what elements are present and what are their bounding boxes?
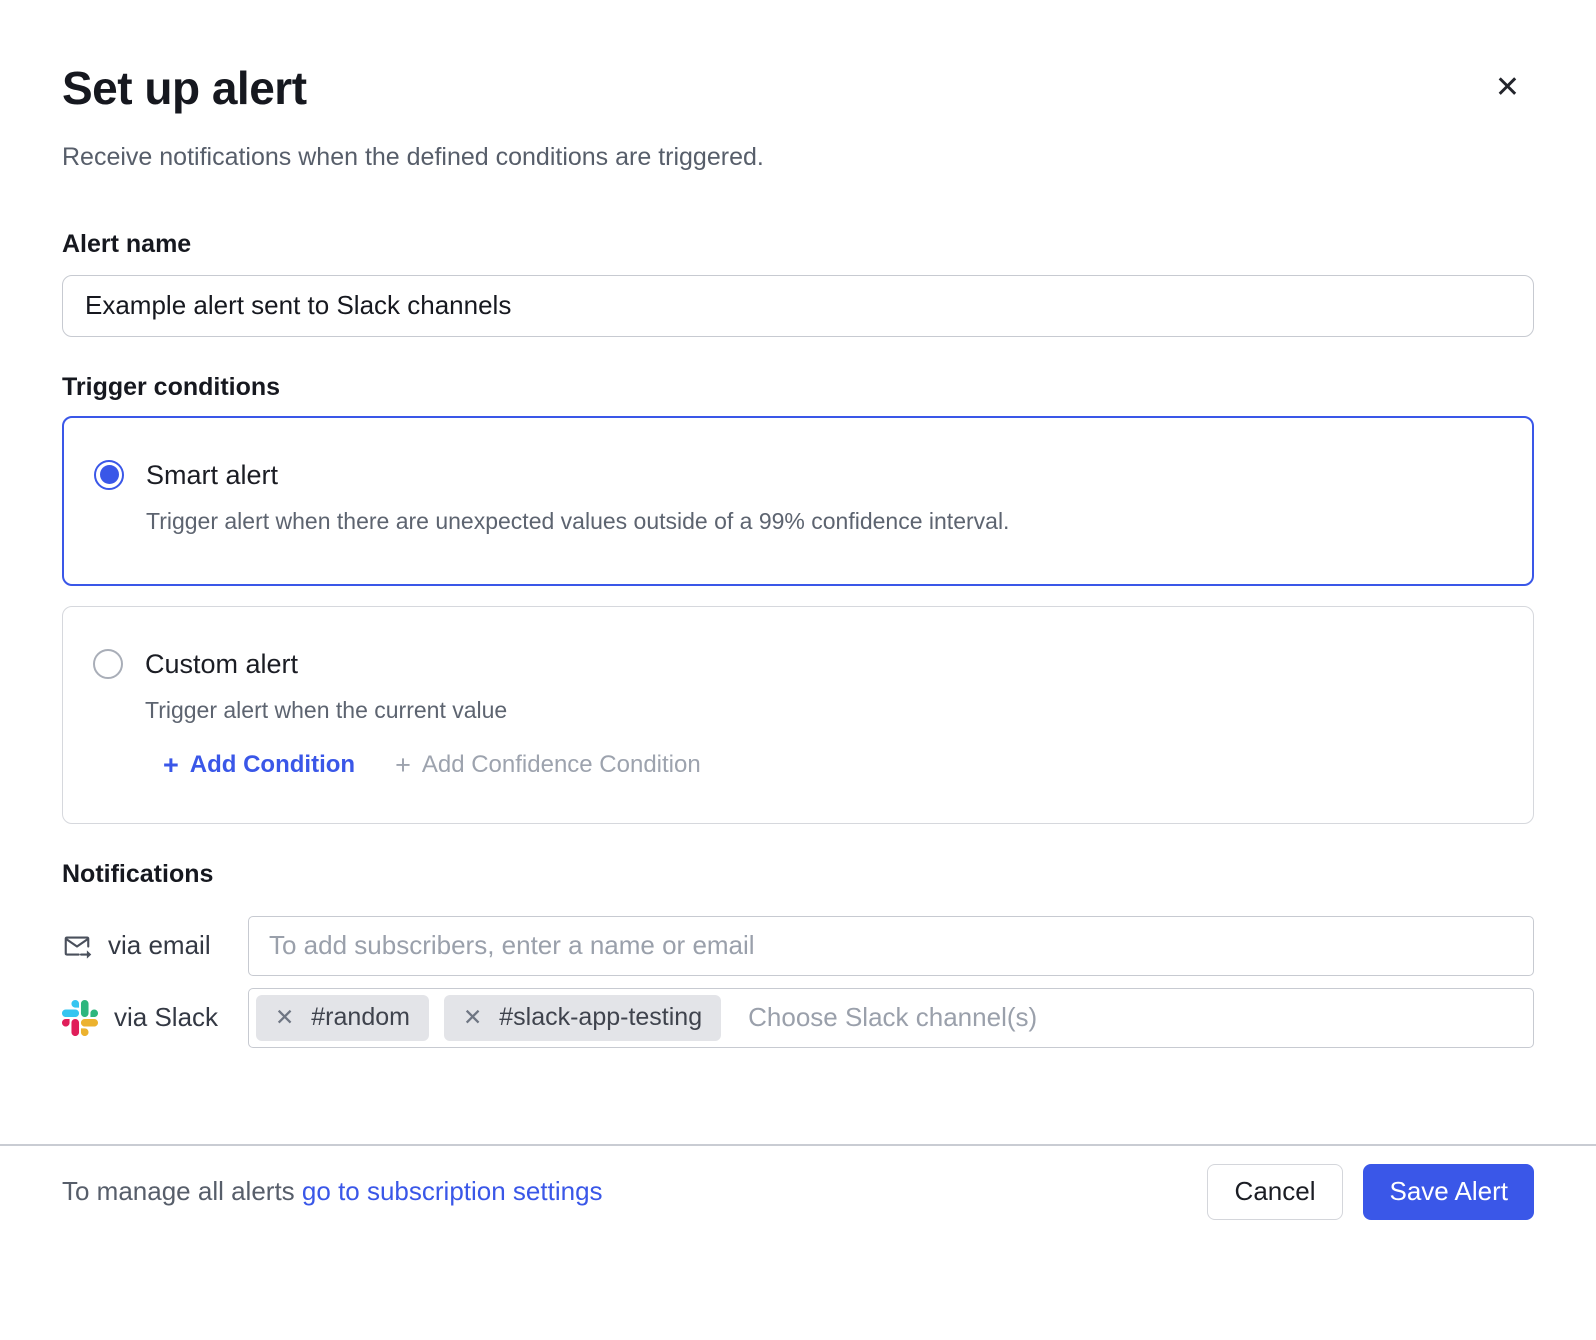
custom-alert-actions: + Add Condition + Add Confidence Conditi…: [163, 751, 701, 779]
custom-alert-text: Custom alert Trigger alert when the curr…: [145, 649, 701, 779]
smart-alert-radio[interactable]: [94, 460, 124, 490]
add-condition-button[interactable]: + Add Condition: [163, 751, 355, 779]
email-subscribers-input[interactable]: [248, 916, 1534, 976]
slack-channel-chip-label: #slack-app-testing: [499, 1003, 702, 1032]
email-send-icon: [62, 931, 92, 961]
manage-alerts-text: To manage all alerts go to subscription …: [62, 1176, 603, 1207]
setup-alert-dialog: Set up alert ✕ Receive notifications whe…: [0, 62, 1596, 1238]
custom-alert-option[interactable]: Custom alert Trigger alert when the curr…: [62, 606, 1534, 824]
via-email-label: via email: [108, 930, 211, 961]
subscription-settings-link[interactable]: go to subscription settings: [302, 1176, 603, 1206]
email-notification-row: via email: [62, 916, 1534, 976]
plus-icon: +: [163, 753, 179, 777]
close-icon[interactable]: ✕: [1495, 73, 1520, 103]
page-title: Set up alert: [62, 62, 307, 115]
save-alert-button[interactable]: Save Alert: [1363, 1164, 1534, 1220]
smart-alert-label: Smart alert: [146, 460, 1009, 490]
manage-alerts-prefix: To manage all alerts: [62, 1176, 295, 1206]
dialog-header: Set up alert ✕: [62, 62, 1534, 115]
add-condition-label: Add Condition: [190, 751, 355, 779]
cancel-button[interactable]: Cancel: [1207, 1164, 1344, 1220]
slack-channel-chip: ✕ #slack-app-testing: [444, 995, 721, 1041]
alert-name-label: Alert name: [62, 230, 1534, 259]
slack-logo-icon: [62, 1000, 98, 1036]
slack-channels-placeholder: Choose Slack channel(s): [748, 1002, 1037, 1033]
trigger-conditions-label: Trigger conditions: [62, 373, 1534, 402]
notifications-label: Notifications: [62, 860, 1534, 889]
smart-alert-text: Smart alert Trigger alert when there are…: [146, 460, 1009, 535]
add-confidence-condition-button[interactable]: + Add Confidence Condition: [395, 751, 701, 779]
custom-alert-label: Custom alert: [145, 649, 701, 679]
alert-name-input[interactable]: [62, 275, 1534, 337]
custom-alert-radio[interactable]: [93, 649, 123, 679]
via-slack-label-group: via Slack: [62, 1000, 248, 1036]
custom-alert-description: Trigger alert when the current value: [145, 697, 701, 724]
slack-notification-row: via Slack ✕ #random ✕ #slack-app-testing…: [62, 988, 1534, 1048]
slack-channel-chip: ✕ #random: [256, 995, 429, 1041]
chip-remove-icon[interactable]: ✕: [275, 1006, 294, 1029]
dialog-footer: To manage all alerts go to subscription …: [0, 1146, 1596, 1238]
footer-buttons: Cancel Save Alert: [1207, 1164, 1534, 1220]
via-email-label-group: via email: [62, 930, 248, 961]
slack-channels-input[interactable]: ✕ #random ✕ #slack-app-testing Choose Sl…: [248, 988, 1534, 1048]
chip-remove-icon[interactable]: ✕: [463, 1006, 482, 1029]
add-confidence-condition-label: Add Confidence Condition: [422, 751, 701, 779]
slack-channel-chip-label: #random: [311, 1003, 410, 1032]
via-slack-label: via Slack: [114, 1002, 218, 1033]
smart-alert-option[interactable]: Smart alert Trigger alert when there are…: [62, 416, 1534, 586]
plus-icon: +: [395, 753, 411, 777]
dialog-subtitle: Receive notifications when the defined c…: [62, 143, 1534, 172]
smart-alert-description: Trigger alert when there are unexpected …: [146, 508, 1009, 535]
